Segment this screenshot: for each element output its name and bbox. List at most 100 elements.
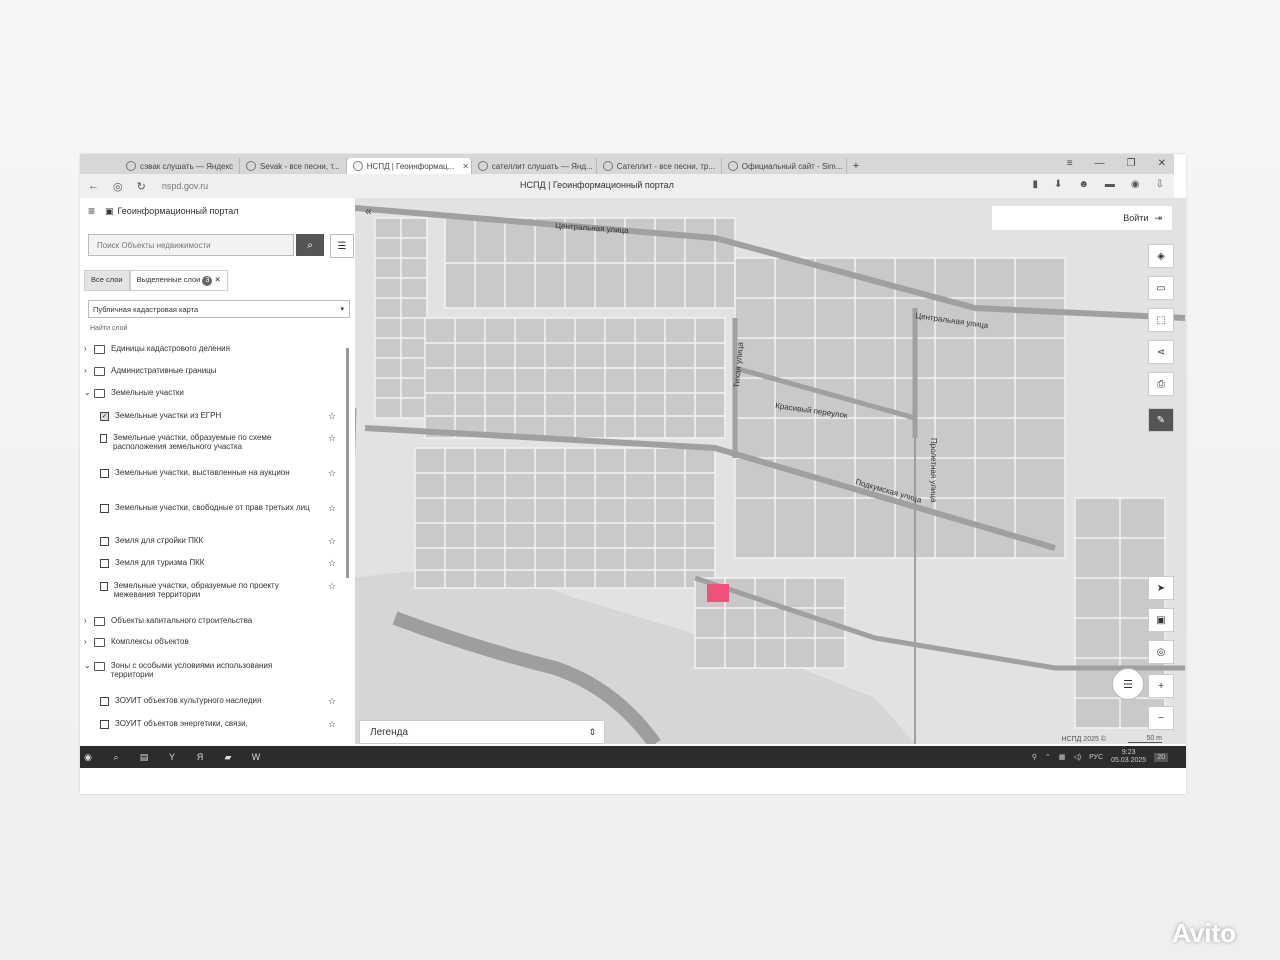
yandex-browser-icon[interactable]: Y — [164, 749, 180, 765]
chat-button[interactable]: ☰ — [1112, 668, 1144, 700]
star-icon[interactable]: ☆ — [328, 433, 336, 444]
share-button[interactable]: ⋖ — [1148, 340, 1174, 364]
draw-button[interactable]: ✎ — [1148, 408, 1174, 432]
minimize-icon[interactable]: — — [1095, 158, 1105, 169]
checkbox-checked[interactable]: ✓ — [100, 412, 109, 421]
map-type-select[interactable]: Публичная кадастровая карта ▾ — [88, 300, 350, 318]
star-icon[interactable]: ☆ — [328, 696, 336, 707]
hamburger-icon[interactable]: ≡ — [88, 204, 95, 218]
tab-6[interactable]: Официальный сайт - Sim... — [722, 158, 847, 174]
checkbox[interactable] — [100, 559, 109, 568]
bookmark-icon[interactable]: ▮ — [1032, 179, 1038, 190]
tree-item-admin-borders[interactable]: › Административные границы — [84, 366, 217, 376]
tab-4[interactable]: сателлит слушать — Янд... — [472, 158, 597, 174]
shield-icon[interactable]: ◎ — [113, 180, 123, 193]
tab-2[interactable]: Sevak - все песни, т... — [240, 158, 347, 174]
notifications-badge[interactable]: 20 — [1154, 752, 1168, 762]
chevron-right-icon[interactable]: › — [84, 344, 94, 353]
tree-item-construction-land[interactable]: Земля для стройки ПКК — [100, 536, 203, 546]
yandex-icon[interactable]: Я — [192, 749, 208, 765]
chevron-right-icon[interactable]: › — [84, 616, 94, 625]
tab-all-layers[interactable]: Все слои — [84, 270, 130, 291]
start-icon[interactable]: ◉ — [80, 749, 96, 765]
tab-3-active[interactable]: НСПД | Геоинформац... ✕ — [346, 158, 472, 174]
tab-1[interactable]: сэвак слушать — Яндекс — [120, 158, 241, 174]
volume-icon[interactable]: ◁) — [1073, 753, 1081, 761]
tree-item-zouit-energy[interactable]: ЗОУИТ объектов энергетики, связи, — [100, 719, 248, 729]
zoom-out-button[interactable]: − — [1148, 706, 1174, 730]
login-button[interactable]: Войти ⇥ — [992, 206, 1172, 230]
chevron-down-icon[interactable]: ⌄ — [84, 388, 94, 397]
tree-item-auction-plots[interactable]: Земельные участки, выставленные на аукци… — [100, 468, 300, 478]
tree-item-survey-plots[interactable]: Земельные участки, образуемые по проекту… — [100, 581, 322, 599]
menu-icon[interactable]: ≡ — [1067, 158, 1073, 169]
search-button[interactable]: ⌕ — [296, 234, 324, 256]
tree-item-cadastral-units[interactable]: › Единицы кадастрового деления — [84, 344, 230, 354]
ruler-button[interactable]: ▭ — [1148, 276, 1174, 300]
checkbox[interactable] — [100, 504, 109, 513]
tab-5[interactable]: Сателлит - все песни, тр... — [597, 158, 722, 174]
media-icon[interactable]: ◉ — [1131, 179, 1140, 190]
sidebar-scrollbar[interactable] — [346, 348, 349, 578]
tree-item-land-plots[interactable]: ⌄ Земельные участки — [84, 388, 184, 398]
search-input[interactable]: Поиск Объекты недвижимости — [88, 234, 294, 256]
cadastral-map[interactable]: Центральная улица Центральная улица Тиха… — [355, 198, 1186, 744]
download-icon[interactable]: ⬇ — [1054, 179, 1062, 190]
layers-button[interactable]: ◈ — [1148, 244, 1174, 268]
close-tab-icon[interactable]: ✕ — [462, 162, 469, 171]
collapse-panel-icon[interactable]: « — [365, 204, 372, 218]
back-icon[interactable]: ← — [88, 180, 99, 193]
select-area-button[interactable]: ⬚ — [1148, 308, 1174, 332]
locate-button[interactable]: ◎ — [1148, 640, 1174, 664]
reload-icon[interactable]: ↻ — [137, 180, 146, 193]
checkbox[interactable] — [100, 434, 107, 443]
language-indicator[interactable]: РУС — [1089, 754, 1103, 761]
star-icon[interactable]: ☆ — [328, 719, 336, 730]
tree-item-zouit-heritage[interactable]: ЗОУИТ объектов культурного наследия — [100, 696, 261, 706]
panel-button[interactable]: ▣ — [1148, 608, 1174, 632]
chevron-down-icon[interactable]: ⌄ — [84, 661, 94, 670]
new-tab-button[interactable]: + — [847, 158, 865, 174]
star-icon[interactable]: ☆ — [328, 468, 336, 479]
tree-item-tourism-land[interactable]: Земля для туризма ПКК — [100, 558, 204, 568]
people-icon[interactable]: ⚲ — [1032, 753, 1037, 761]
clock[interactable]: 9:23 05.03.2025 — [1111, 749, 1146, 765]
tree-item-zouit[interactable]: ⌄ Зоны с особыми условиями использования … — [84, 661, 314, 679]
legend-dropdown[interactable]: Легенда ⇕ — [359, 720, 605, 744]
task-view-icon[interactable]: ▤ — [136, 749, 152, 765]
record-icon[interactable]: ▬ — [1105, 179, 1115, 190]
word-icon[interactable]: W — [248, 749, 264, 765]
url-field[interactable]: nspd.gov.ru — [162, 181, 208, 191]
close-window-icon[interactable]: ✕ — [1158, 158, 1166, 169]
maximize-icon[interactable]: ❐ — [1127, 158, 1136, 169]
geolocate-button[interactable]: ➤ — [1148, 576, 1174, 600]
star-icon[interactable]: ☆ — [328, 503, 336, 514]
tree-item-capital-objects[interactable]: › Объекты капитального строительства — [84, 616, 252, 626]
search-icon[interactable]: ⌕ — [108, 749, 124, 765]
tree-item-free-plots[interactable]: Земельные участки, свободные от прав тре… — [100, 503, 310, 513]
checkbox[interactable] — [100, 720, 109, 729]
chevron-right-icon[interactable]: › — [84, 366, 94, 375]
tree-item-scheme-plots[interactable]: Земельные участки, образуемые по схеме р… — [100, 433, 320, 451]
zoom-in-button[interactable]: + — [1148, 674, 1174, 698]
star-icon[interactable]: ☆ — [328, 536, 336, 547]
tab-selected-layers[interactable]: Выделенные слои 3 ✕ — [129, 270, 228, 291]
chevron-up-icon[interactable]: ⌃ — [1045, 753, 1051, 761]
file-explorer-icon[interactable]: ▰ — [220, 749, 236, 765]
tree-item-egrn-plots[interactable]: ✓ Земельные участки из ЕГРН — [100, 411, 320, 421]
find-layer-input[interactable]: Найти слой — [90, 325, 127, 332]
print-button[interactable]: ⎙ — [1148, 372, 1174, 396]
star-icon[interactable]: ☆ — [328, 581, 336, 592]
checkbox[interactable] — [100, 469, 109, 478]
tree-item-complexes[interactable]: › Комплексы объектов — [84, 637, 189, 647]
star-icon[interactable]: ☆ — [328, 411, 336, 422]
network-icon[interactable]: ▦ — [1059, 753, 1066, 761]
filter-button[interactable]: ☰ — [330, 234, 354, 258]
extension-icon[interactable]: ☻ — [1078, 179, 1089, 190]
download-tray-icon[interactable]: ⇩ — [1156, 179, 1164, 190]
checkbox[interactable] — [100, 582, 108, 591]
clear-selected-icon[interactable]: ✕ — [215, 275, 221, 284]
checkbox[interactable] — [100, 697, 109, 706]
checkbox[interactable] — [100, 537, 109, 546]
star-icon[interactable]: ☆ — [328, 558, 336, 569]
